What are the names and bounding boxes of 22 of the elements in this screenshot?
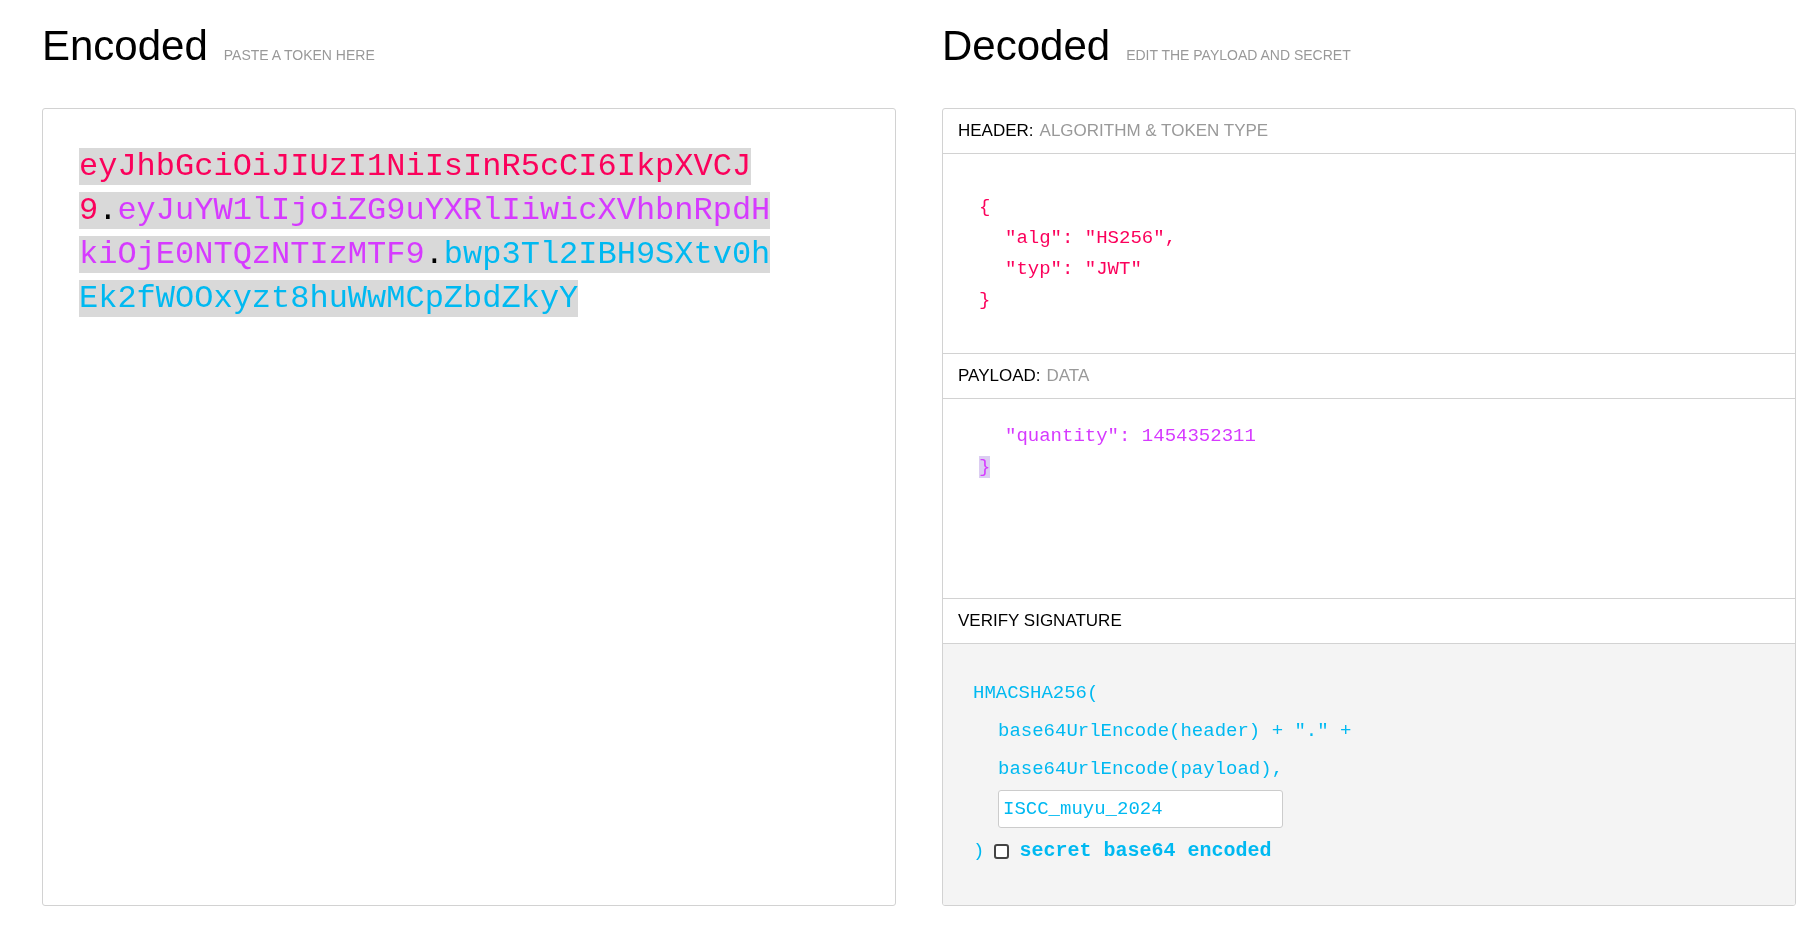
json-line: { xyxy=(979,196,991,218)
payload-sublabel: DATA xyxy=(1046,366,1090,386)
json-line: "typ": "JWT" xyxy=(1005,258,1142,280)
signature-label: VERIFY SIGNATURE xyxy=(958,611,1122,631)
token-editor[interactable]: eyJhbGciOiJIUzI1NiIsInR5cCI6IkpXVCJ9.eyJuYW1lIjoiZG9uYXRlIiwicXVhbnRpdHkiOjE0NTQzNTIzMTF9.bwp3Tl2IBH9SXtv0hEk2fWOOxyzt8huWwMCpZbdZkyY xyxy=(42,108,896,906)
decoded-hint: EDIT THE PAYLOAD AND SECRET xyxy=(1126,47,1351,63)
encoded-hint: PASTE A TOKEN HERE xyxy=(223,47,375,63)
json-line: } xyxy=(979,289,991,311)
json-line: "quantity": 1454352311 xyxy=(1005,425,1256,447)
checkbox-label[interactable]: secret base64 encoded xyxy=(1019,832,1272,870)
json-line: "alg": "HS256", xyxy=(1005,227,1177,249)
signature-code-line: HMACSHA256( xyxy=(973,681,1099,706)
signature-code-line: base64UrlEncode(payload), xyxy=(998,757,1284,782)
payload-label: PAYLOAD: xyxy=(958,366,1041,386)
closing-paren: ) xyxy=(973,839,985,864)
secret-input[interactable]: ISCC_muyu_2024 xyxy=(998,790,1283,828)
header-sublabel: ALGORITHM & TOKEN TYPE xyxy=(1039,121,1269,141)
encoded-title: Encoded xyxy=(42,21,208,70)
header-label: HEADER: xyxy=(958,121,1034,141)
decoded-title: Decoded xyxy=(942,21,1111,70)
signature-code-line: base64UrlEncode(header) + "." + xyxy=(998,719,1352,744)
checkbox[interactable] xyxy=(994,843,1010,859)
